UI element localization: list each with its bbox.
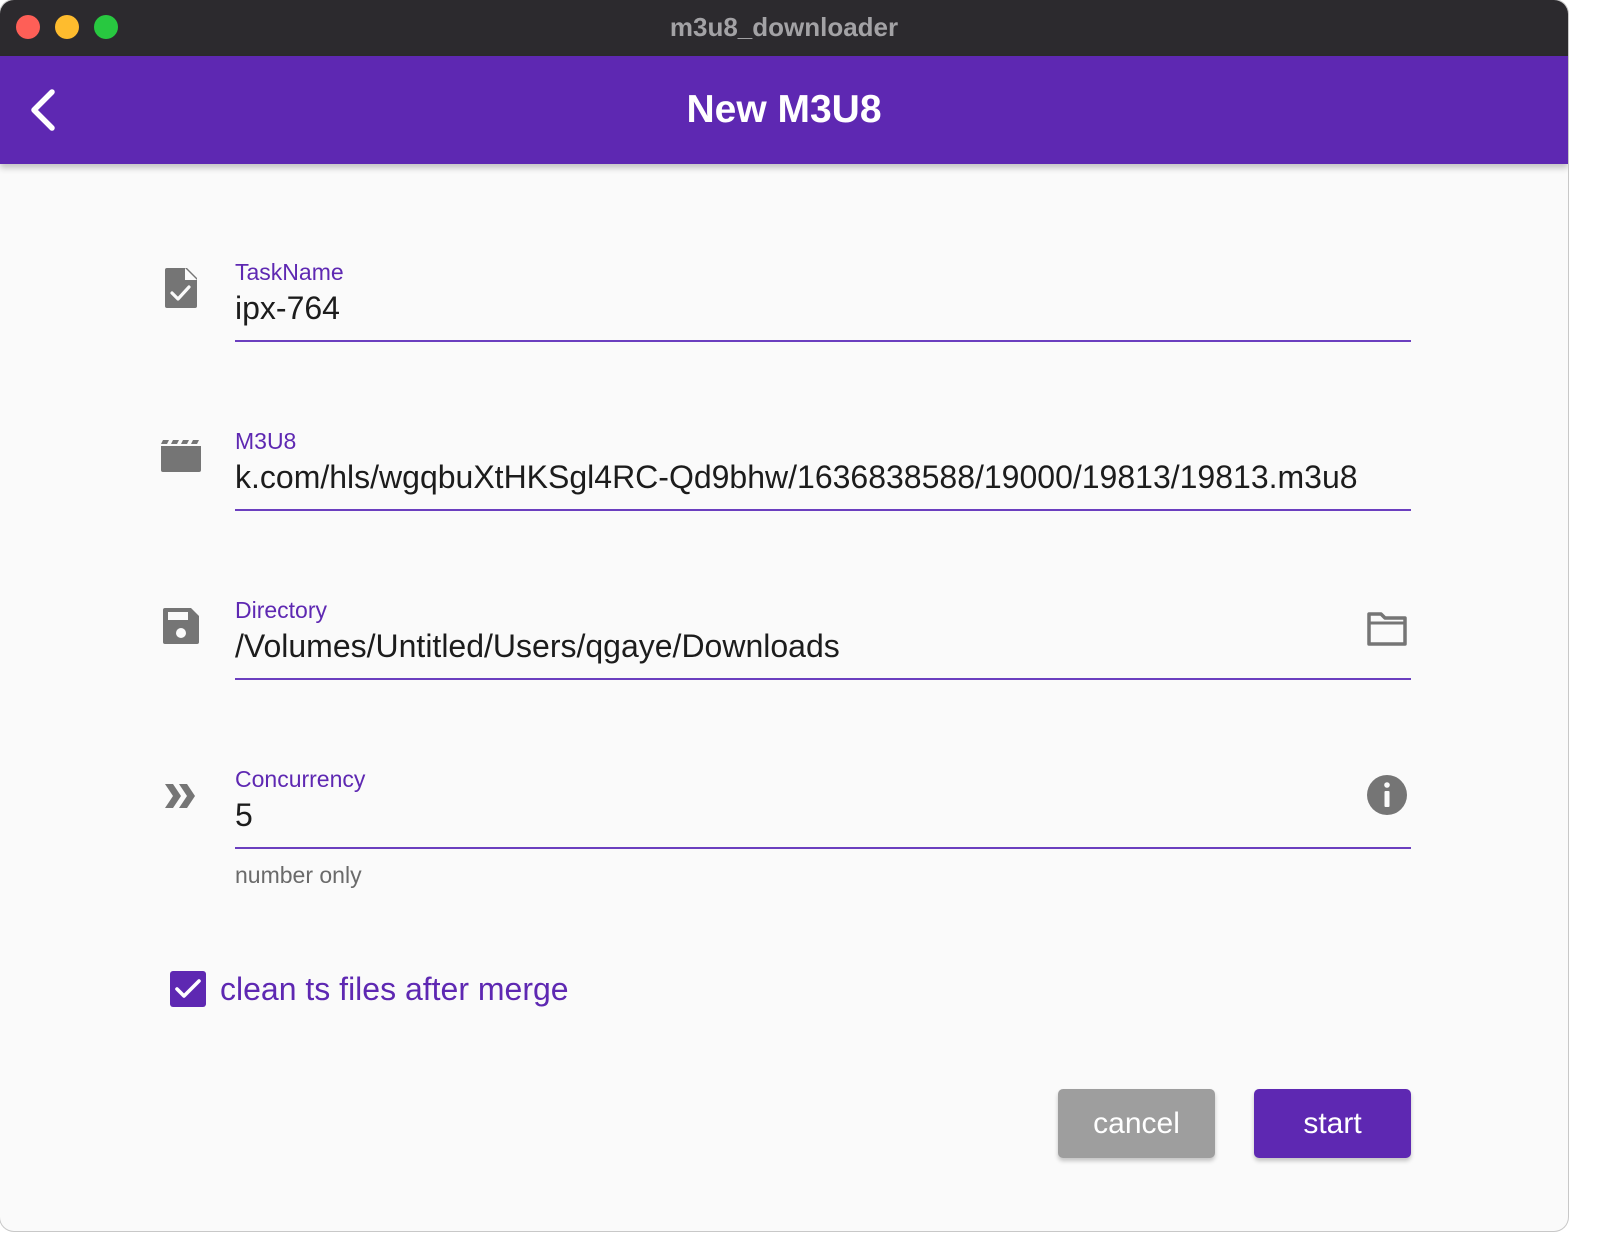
clean-ts-label[interactable]: clean ts files after merge — [220, 968, 569, 1010]
concurrency-input[interactable] — [235, 793, 1411, 837]
page-title: New M3U8 — [686, 88, 882, 131]
concurrency-label: Concurrency — [235, 766, 366, 792]
task-name-field: TaskName — [235, 258, 1411, 342]
back-arrow-icon — [31, 89, 55, 131]
app-bar: New M3U8 — [0, 56, 1568, 164]
checkmark-icon — [175, 979, 201, 998]
start-button[interactable]: start — [1254, 1089, 1411, 1158]
m3u8-field: M3U8 — [235, 427, 1411, 511]
directory-label: Directory — [235, 597, 328, 623]
m3u8-label: M3U8 — [235, 428, 297, 454]
concurrency-helper-text: number only — [235, 862, 362, 888]
info-icon[interactable] — [1363, 771, 1411, 819]
task-file-check-icon — [165, 268, 197, 308]
back-button[interactable] — [24, 82, 80, 138]
cancel-button[interactable]: cancel — [1058, 1089, 1215, 1158]
m3u8-url-input[interactable] — [235, 455, 1411, 499]
double-chevron-right-icon — [165, 784, 195, 808]
folder-icon[interactable] — [1363, 604, 1411, 652]
save-floppy-icon — [163, 608, 199, 644]
concurrency-field: Concurrency — [235, 765, 1411, 849]
clean-ts-checkbox[interactable] — [170, 971, 206, 1007]
window-title: m3u8_downloader — [669, 12, 899, 42]
task-name-label: TaskName — [235, 259, 344, 285]
task-name-input[interactable] — [235, 286, 1411, 330]
directory-field: Directory — [235, 596, 1411, 680]
movie-clapper-icon — [161, 440, 201, 472]
title-bar: m3u8_downloader — [0, 0, 1568, 57]
directory-input[interactable] — [235, 624, 1411, 668]
app-window: m3u8_downloader New M3U8 TaskName M3U8 D… — [0, 0, 1568, 1231]
